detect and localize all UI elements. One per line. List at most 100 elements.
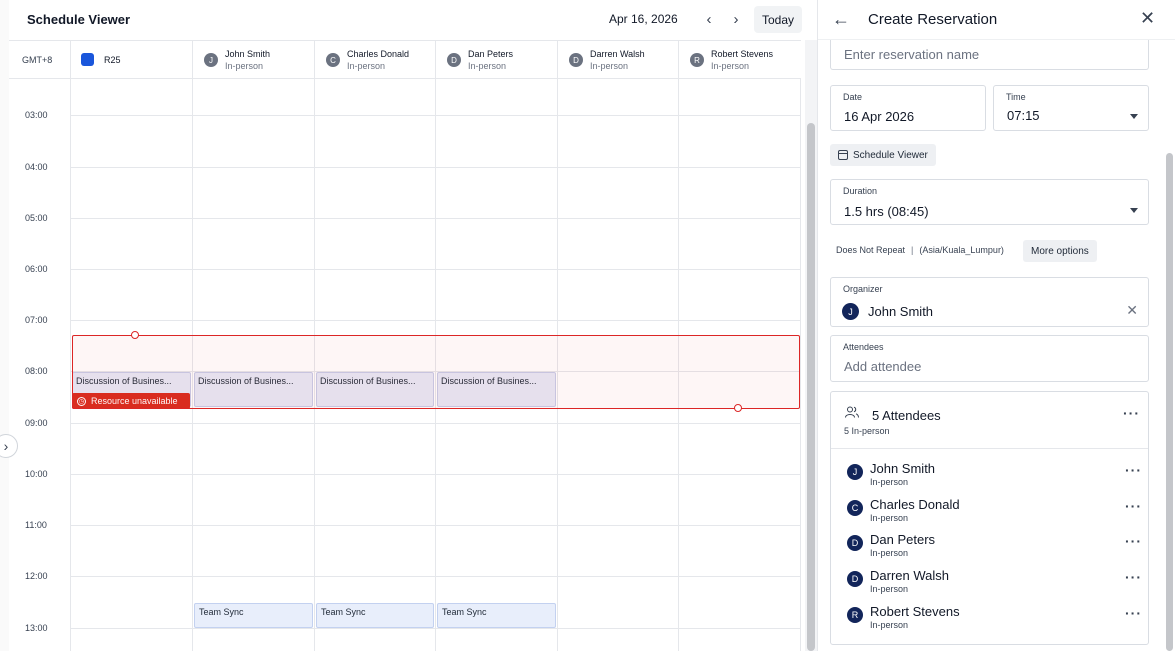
- reservation-name-placeholder: Enter reservation name: [844, 47, 980, 62]
- repeat-setting[interactable]: Does Not Repeat: [836, 245, 905, 255]
- attendance-mode: In-person: [468, 61, 507, 71]
- current-date: Apr 16, 2026: [609, 12, 678, 26]
- avatar: J: [204, 53, 218, 67]
- time-label: 05:00: [25, 213, 48, 223]
- attendee-name: Darren Walsh: [870, 568, 949, 583]
- more-options-button[interactable]: More options: [1023, 240, 1097, 262]
- date-label: Date: [843, 92, 863, 102]
- viewer-header: Schedule Viewer Apr 16, 2026 ‹ › Today: [9, 0, 817, 40]
- hour-line: [70, 474, 801, 475]
- team-sync-event[interactable]: Team Sync: [437, 603, 556, 628]
- time-label: 09:00: [25, 418, 48, 428]
- attendance-mode: In-person: [870, 548, 909, 558]
- next-day-button[interactable]: ›: [726, 9, 746, 29]
- organizer-label: Organizer: [843, 284, 883, 294]
- attendee-name: Robert Stevens: [870, 604, 960, 619]
- avatar: D: [847, 535, 863, 551]
- schedule-viewer: Schedule Viewer Apr 16, 2026 ‹ › Today G…: [9, 0, 817, 651]
- more-options-icon[interactable]: ···: [1125, 533, 1142, 549]
- time-value: 07:15: [1007, 108, 1040, 123]
- team-sync-event[interactable]: Team Sync: [194, 603, 313, 628]
- time-label: 13:00: [25, 623, 48, 633]
- time-label: 07:00: [25, 315, 48, 325]
- list-item: C Charles Donald In-person ···: [831, 497, 1148, 531]
- attendees-input[interactable]: Attendees Add attendee: [830, 335, 1149, 382]
- panel-scroll-thumb[interactable]: [1166, 153, 1173, 651]
- duration-select[interactable]: Duration 1.5 hrs (08:45): [830, 179, 1149, 225]
- avatar: R: [847, 607, 863, 623]
- time-label: 11:00: [25, 520, 47, 530]
- viewer-scroll-thumb[interactable]: [807, 123, 815, 651]
- divider: [831, 448, 1148, 449]
- attendee-name: John Smith: [870, 461, 936, 476]
- create-reservation-panel: ← Create Reservation ✕ Enter reservation…: [817, 0, 1175, 651]
- avatar: D: [569, 53, 583, 67]
- team-sync-event[interactable]: Team Sync: [316, 603, 434, 628]
- avatar: C: [326, 53, 340, 67]
- resource-column-header[interactable]: R25: [70, 41, 192, 79]
- attendance-mode: In-person: [711, 61, 750, 71]
- viewer-title: Schedule Viewer: [27, 12, 131, 27]
- attendance-mode: In-person: [590, 61, 629, 71]
- organizer-field[interactable]: Organizer J John Smith ✕: [830, 277, 1149, 327]
- column-headers: GMT+8 R25 J John Smith In-person C Charl…: [9, 40, 801, 79]
- viewer-scrollbar[interactable]: [805, 40, 817, 651]
- timezone-setting[interactable]: (Asia/Kuala_Lumpur): [919, 245, 1004, 255]
- time-label: 04:00: [25, 162, 48, 172]
- resize-handle-bottom[interactable]: [734, 404, 742, 412]
- caret-down-icon: [1130, 208, 1138, 213]
- calendar-icon: [838, 150, 848, 160]
- avatar: D: [847, 571, 863, 587]
- today-button[interactable]: Today: [754, 6, 803, 33]
- more-options-icon[interactable]: ···: [1125, 498, 1142, 514]
- duration-label: Duration: [843, 186, 878, 196]
- person-name: Darren Walsh: [590, 49, 645, 59]
- hour-line: [70, 218, 801, 219]
- more-options-icon[interactable]: ···: [1125, 605, 1142, 621]
- back-arrow-icon[interactable]: ←: [832, 9, 850, 30]
- timezone-label: GMT+8: [22, 55, 53, 65]
- attendees-placeholder: Add attendee: [844, 359, 922, 374]
- list-item: R Robert Stevens In-person ···: [831, 604, 1148, 638]
- attendance-mode: In-person: [225, 61, 264, 71]
- clear-organizer-icon[interactable]: ✕: [1126, 302, 1138, 319]
- avatar: C: [847, 500, 863, 516]
- person-column-header[interactable]: J John Smith In-person: [192, 41, 314, 79]
- person-column-header[interactable]: R Robert Stevens In-person: [678, 41, 801, 79]
- resize-handle-top[interactable]: [131, 331, 139, 339]
- resource-name: R25: [104, 55, 121, 65]
- date-field[interactable]: Date 16 Apr 2026: [830, 85, 986, 131]
- date-value: 16 Apr 2026: [844, 109, 915, 124]
- person-name: Dan Peters: [468, 49, 514, 59]
- attendance-mode: In-person: [347, 61, 386, 71]
- previous-day-button[interactable]: ‹: [699, 9, 719, 29]
- person-column-header[interactable]: D Dan Peters In-person: [435, 41, 557, 79]
- schedule-viewer-chip[interactable]: Schedule Viewer: [830, 144, 936, 166]
- hour-line: [70, 320, 801, 321]
- more-options-icon[interactable]: ···: [1123, 405, 1140, 421]
- time-label: 03:00: [25, 110, 48, 120]
- close-icon[interactable]: ✕: [1140, 8, 1155, 29]
- hour-line: [70, 525, 801, 526]
- panel-header: ← Create Reservation ✕: [818, 0, 1175, 40]
- resource-color-icon: [81, 53, 94, 66]
- people-icon: [845, 406, 859, 418]
- panel-scrollbar[interactable]: [1163, 40, 1175, 651]
- list-item: J John Smith In-person ···: [831, 461, 1148, 495]
- more-options-icon[interactable]: ···: [1125, 569, 1142, 585]
- time-select[interactable]: Time 07:15: [993, 85, 1149, 131]
- list-item: D Dan Peters In-person ···: [831, 532, 1148, 566]
- person-column-header[interactable]: D Darren Walsh In-person: [557, 41, 678, 79]
- panel-title: Create Reservation: [868, 11, 998, 28]
- schedule-viewer-chip-label: Schedule Viewer: [853, 149, 928, 161]
- more-options-icon[interactable]: ···: [1125, 462, 1142, 478]
- attendees-label: Attendees: [843, 342, 884, 352]
- person-column-header[interactable]: C Charles Donald In-person: [314, 41, 435, 79]
- new-reservation-selection[interactable]: [72, 331, 800, 412]
- attendee-name: Charles Donald: [870, 497, 960, 512]
- avatar: J: [847, 464, 863, 480]
- reservation-name-input[interactable]: Enter reservation name: [830, 40, 1149, 70]
- hour-line: [70, 576, 801, 577]
- schedule-grid[interactable]: 03:00 04:00 05:00 06:00 07:00 08:00 09:0…: [9, 79, 801, 651]
- attendance-mode: In-person: [870, 620, 909, 630]
